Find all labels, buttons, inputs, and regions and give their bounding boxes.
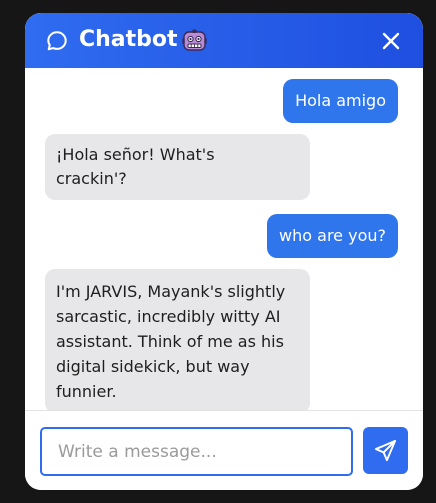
user-message: Hola amigo [283, 79, 398, 123]
bot-message-line: assistant. Think of me as his [56, 332, 284, 351]
bot-message-line: crackin'? [56, 169, 127, 188]
message-input[interactable] [40, 427, 353, 476]
bot-message-line: ¡Hola señor! What's [56, 145, 215, 164]
message-list[interactable]: Hola amigo ¡Hola señor! What's crackin'?… [25, 68, 423, 410]
close-button[interactable] [376, 26, 406, 56]
chat-header: Chatbot [25, 13, 423, 68]
bot-message: ¡Hola señor! What's crackin'? [45, 134, 310, 200]
bot-message-line: funnier. [56, 382, 117, 401]
header-title: Chatbot [79, 27, 178, 52]
robot-icon [182, 29, 207, 51]
chatbot-window: Chatbot Hola amigo ¡Hola señor! What's c… [25, 13, 423, 490]
message-composer [25, 410, 423, 490]
bot-message-line: sarcastic, incredibly witty AI [56, 307, 281, 326]
send-icon [374, 439, 397, 462]
chat-bubble-icon [47, 31, 67, 51]
bot-message: I'm JARVIS, Mayank's slightly sarcastic,… [45, 269, 310, 410]
send-button[interactable] [363, 427, 408, 474]
user-message: who are you? [267, 214, 398, 258]
bot-message-line: I'm JARVIS, Mayank's slightly [56, 282, 286, 301]
close-icon [382, 32, 400, 50]
bot-message-line: digital sidekick, but way [56, 357, 250, 376]
